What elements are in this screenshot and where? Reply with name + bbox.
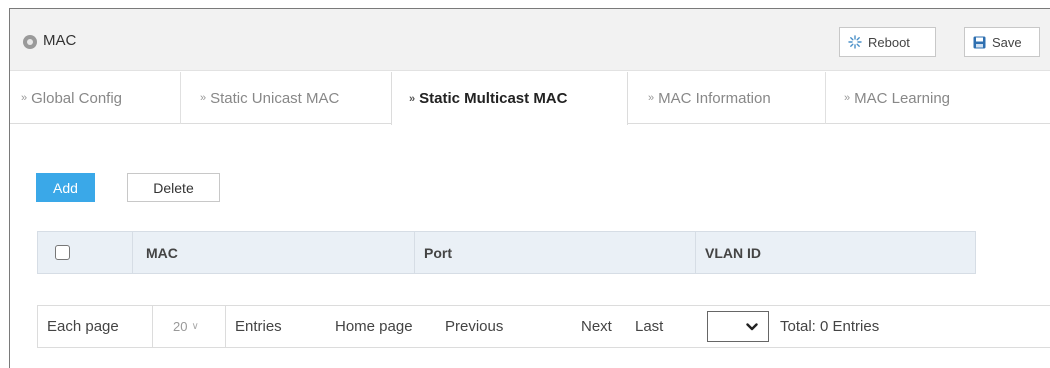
chevron-right-icon: » [844,92,851,104]
save-label: Save [992,34,1022,50]
entries-label: Entries [235,318,282,335]
tab-bar: » Global Config » Static Unicast MAC » S… [10,72,1050,125]
total-entries-label: Total: 0 Entries [780,318,880,335]
page-size-value: 20 [173,319,188,334]
tab-label: Static Multicast MAC [419,90,568,107]
tab-label: MAC Learning [854,89,951,107]
delete-button[interactable]: Delete [127,173,220,202]
tab-static-multicast-mac[interactable]: » Static Multicast MAC [391,72,628,125]
chevron-right-icon: » [200,92,207,104]
location-pin-icon [23,35,37,49]
column-header-mac: MAC [133,232,415,273]
home-page-link[interactable]: Home page [335,318,413,335]
select-all-cell [38,232,133,273]
chevron-down-icon: ∨ [191,321,199,332]
reboot-icon [848,35,862,49]
page-number-select[interactable] [707,311,769,342]
reboot-button[interactable]: Reboot [839,27,936,57]
pagination-bar: Each page 20 ∨ Entries Home page Previou… [37,305,1050,348]
chevron-down-icon [746,322,758,330]
tab-global-config[interactable]: » Global Config [21,72,122,124]
tab-label: Static Unicast MAC [210,89,340,107]
tab-static-unicast-mac[interactable]: » Static Unicast MAC [200,72,339,124]
tab-divider [825,72,826,124]
tab-label: Global Config [31,89,123,107]
add-button[interactable]: Add [36,173,95,202]
panel-header: MAC Reboot Save [10,9,1050,71]
save-button[interactable]: Save [964,27,1040,57]
column-header-vlan-id: VLAN ID [705,244,761,261]
chevron-right-icon: » [409,92,416,105]
next-link[interactable]: Next [581,318,612,335]
tab-divider [180,72,181,124]
column-header-port: Port [415,232,696,273]
mac-panel: MAC Reboot Save » Global Config » Static… [9,8,1050,368]
mac-table-header: MAC Port VLAN ID [37,231,976,274]
reboot-label: Reboot [868,34,910,50]
tab-mac-information[interactable]: » MAC Information [648,72,771,124]
select-all-checkbox[interactable] [55,245,70,260]
save-icon [973,36,986,48]
last-link[interactable]: Last [635,318,663,335]
previous-link[interactable]: Previous [445,318,503,335]
page-size-select[interactable]: 20 ∨ [152,306,226,347]
tab-mac-learning[interactable]: » MAC Learning [844,72,950,124]
page-title: MAC [43,32,77,49]
chevron-right-icon: » [648,92,655,104]
chevron-right-icon: » [21,92,28,104]
tab-label: MAC Information [658,89,771,107]
each-page-label: Each page [47,318,119,335]
